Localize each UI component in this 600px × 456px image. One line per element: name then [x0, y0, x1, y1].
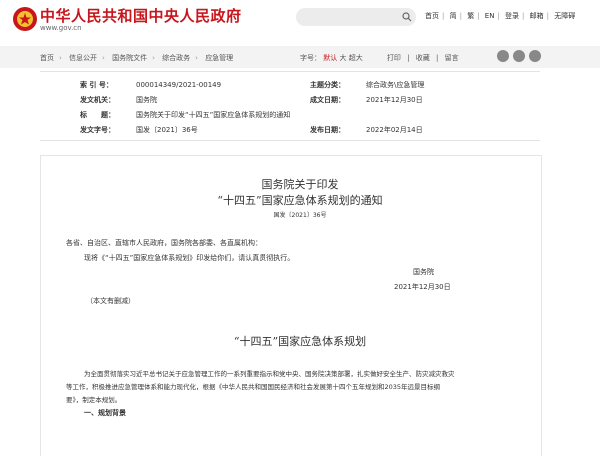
crumb-general[interactable]: 综合政务	[162, 54, 190, 62]
top-links: 首页 | 简 | 繁 | EN | 登录 | 邮箱 | 无障碍	[425, 12, 576, 20]
site-title[interactable]: 中华人民共和国中央人民政府	[40, 5, 242, 26]
doc-number: 国发〔2021〕36号	[273, 212, 327, 219]
crumb-emergency[interactable]: 应急管理	[205, 54, 233, 62]
print-button[interactable]: 打印	[387, 54, 401, 62]
search-icon[interactable]	[402, 12, 412, 22]
wechat-icon[interactable]	[497, 50, 509, 62]
breadcrumb: 首页 › 信息公开 › 国务院文件 › 综合政务 › 应急管理	[40, 54, 234, 62]
doc-notice: 现将《“十四五”国家应急体系规划》印发给你们，请认真贯彻执行。	[84, 254, 295, 262]
crumb-state-docs[interactable]: 国务院文件	[112, 54, 147, 62]
meta-title: 标 题： 国务院关于印发“十四五”国家应急体系规划的通知	[80, 111, 291, 119]
link-simplified[interactable]: 简	[450, 12, 457, 20]
document-metadata: 索 引 号： 000014349/2021-00149 主题分类： 综合政务\应急管…	[40, 71, 540, 141]
doc-recipients: 各省、自治区、直辖市人民政府，国务院各部委、各直属机构：	[66, 239, 262, 247]
meta-number: 发文字号： 国发〔2021〕36号	[80, 126, 198, 134]
crumb-info[interactable]: 信息公开	[69, 54, 97, 62]
font-default-button[interactable]: 默认	[323, 54, 337, 62]
doc-heading-line2: “十四五”国家应急体系规划的通知	[217, 194, 383, 207]
doc-note: （本文有删减）	[86, 297, 135, 305]
doc-signature: 国务院	[413, 268, 434, 276]
meta-index: 索 引 号： 000014349/2021-00149	[80, 81, 222, 89]
link-mail[interactable]: 邮箱	[530, 12, 544, 20]
link-traditional[interactable]: 繁	[467, 12, 474, 20]
meta-issuer: 发文机关： 国务院	[80, 96, 157, 104]
qzone-icon[interactable]	[529, 50, 541, 62]
meta-publish: 发布日期： 2022年02月14日	[310, 126, 423, 134]
weibo-icon[interactable]	[513, 50, 525, 62]
crumb-home[interactable]: 首页	[40, 54, 54, 62]
page-tools: 字号： 默认 大 超大 打印 | 收藏 | 留言	[300, 54, 459, 62]
search-input[interactable]	[296, 8, 416, 26]
para1-line1: 为全面贯彻落实习近平总书记关于应急管理工作的一系列重要指示和党中央、国务院决策部…	[84, 370, 455, 378]
comment-button[interactable]: 留言	[445, 54, 459, 62]
meta-topic: 主题分类： 综合政务\应急管理	[310, 81, 425, 89]
font-size-label: 字号：	[300, 54, 321, 62]
meta-date: 成文日期： 2021年12月30日	[310, 96, 423, 104]
site-url: www.gov.cn	[40, 24, 82, 32]
doc-sign-date: 2021年12月30日	[394, 283, 451, 291]
section-heading: 一、规划背景	[84, 409, 126, 417]
plan-title: “十四五”国家应急体系规划	[233, 335, 367, 348]
font-big-button[interactable]: 大	[339, 54, 346, 62]
doc-heading-line1: 国务院关于印发	[261, 178, 339, 191]
favorite-button[interactable]: 收藏	[416, 54, 430, 62]
link-english[interactable]: EN	[485, 12, 495, 20]
link-login[interactable]: 登录	[505, 12, 519, 20]
link-home[interactable]: 首页	[425, 12, 439, 20]
site-header: 中华人民共和国中央人民政府 www.gov.cn 首页 | 简 | 繁 | EN | 登…	[0, 0, 600, 40]
para1-line2: 等工作，积极推进应急管理体系和能力现代化，根据《中华人民共和国国民经济和社会发展…	[66, 383, 441, 391]
emblem-icon[interactable]	[12, 6, 38, 32]
link-accessibility[interactable]: 无障碍	[554, 12, 575, 20]
para1-line3: 要》，制定本规划。	[66, 396, 122, 404]
font-bigger-button[interactable]: 超大	[349, 54, 363, 62]
